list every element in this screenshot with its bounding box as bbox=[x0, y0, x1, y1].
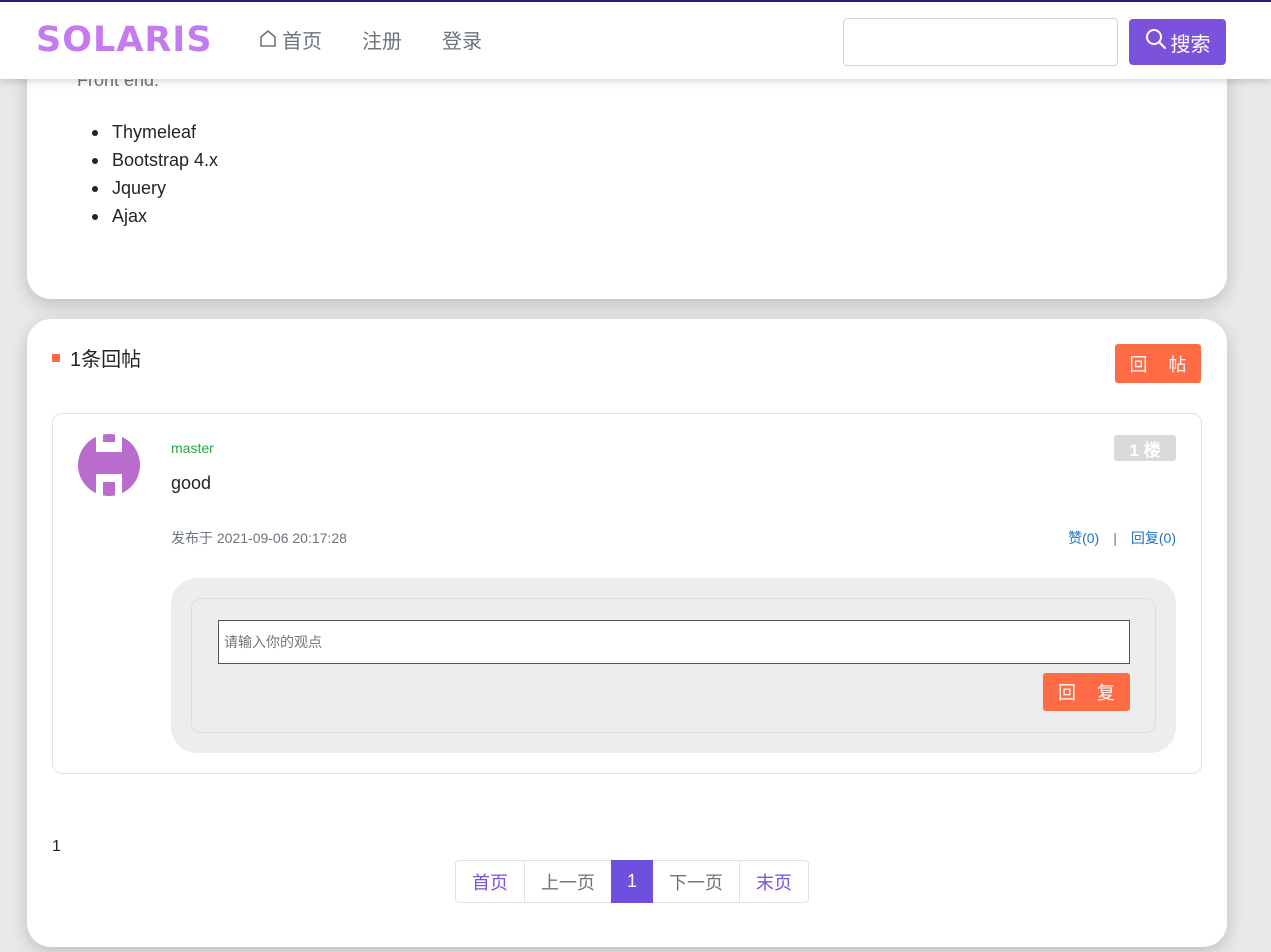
page-next[interactable]: 下一页 bbox=[652, 860, 741, 903]
reply-form-area: 请输入你的观点 回 复 bbox=[171, 578, 1176, 753]
page-prev[interactable]: 上一页 bbox=[524, 860, 612, 903]
search-button[interactable]: 搜索 bbox=[1129, 19, 1226, 65]
heading-marker bbox=[52, 353, 60, 362]
navbar: SOLARIS 首页 注册 登录 搜索 bbox=[0, 0, 1271, 79]
reply-count-label: 1条回帖 bbox=[70, 349, 142, 371]
home-icon bbox=[258, 24, 282, 60]
reply-form: 请输入你的观点 回 复 bbox=[191, 598, 1156, 733]
page-current[interactable]: 1 bbox=[611, 860, 654, 903]
avatar[interactable] bbox=[78, 434, 140, 496]
reply-input[interactable]: 请输入你的观点 bbox=[218, 620, 1130, 664]
reply-count-heading: 1条回帖 bbox=[52, 343, 141, 372]
nav-links: 首页 注册 登录 bbox=[258, 24, 522, 60]
page-last[interactable]: 末页 bbox=[739, 860, 810, 903]
search-button-label: 搜索 bbox=[1170, 33, 1211, 56]
comment-item: master 1 楼 good 发布于 2021-09-06 20:17:28 … bbox=[52, 413, 1202, 774]
nav-item-register[interactable]: 注册 bbox=[362, 24, 402, 60]
nav-item-login[interactable]: 登录 bbox=[442, 24, 482, 60]
comment-text: good bbox=[171, 473, 212, 493]
like-link[interactable]: 赞(0) bbox=[1068, 528, 1099, 548]
comment-username[interactable]: master bbox=[171, 440, 214, 456]
page-first[interactable]: 首页 bbox=[455, 860, 525, 903]
list-item: Thymeleaf bbox=[91, 118, 218, 146]
nav-item-home-label: 首页 bbox=[282, 31, 322, 53]
replies-card: 1条回帖 回 帖 master 1 楼 good 发布于 2021-09-06 … bbox=[27, 319, 1227, 947]
nav-item-home[interactable]: 首页 bbox=[258, 24, 322, 60]
reply-link[interactable]: 回复(0) bbox=[1131, 528, 1176, 548]
tech-list: Thymeleaf Bootstrap 4.x Jquery Ajax bbox=[91, 118, 218, 230]
site-logo[interactable]: SOLARIS bbox=[36, 18, 213, 62]
comment-actions: 赞(0) | 回复(0) bbox=[1068, 528, 1176, 548]
total-pages: 1 bbox=[52, 838, 61, 855]
list-item: Jquery bbox=[91, 174, 218, 202]
comment-timestamp: 发布于 2021-09-06 20:17:28 bbox=[171, 530, 347, 546]
submit-reply-button[interactable]: 回 复 bbox=[1043, 673, 1130, 711]
search-input[interactable] bbox=[843, 18, 1118, 66]
reply-input-placeholder: 请输入你的观点 bbox=[224, 634, 322, 650]
floor-badge: 1 楼 bbox=[1114, 435, 1176, 461]
post-reply-button[interactable]: 回 帖 bbox=[1115, 344, 1201, 383]
action-separator: | bbox=[1113, 530, 1117, 546]
list-item: Bootstrap 4.x bbox=[91, 146, 218, 174]
list-item: Ajax bbox=[91, 202, 218, 230]
pagination: 首页 上一页 1 下一页 末页 bbox=[455, 860, 810, 903]
search-icon bbox=[1145, 28, 1171, 56]
